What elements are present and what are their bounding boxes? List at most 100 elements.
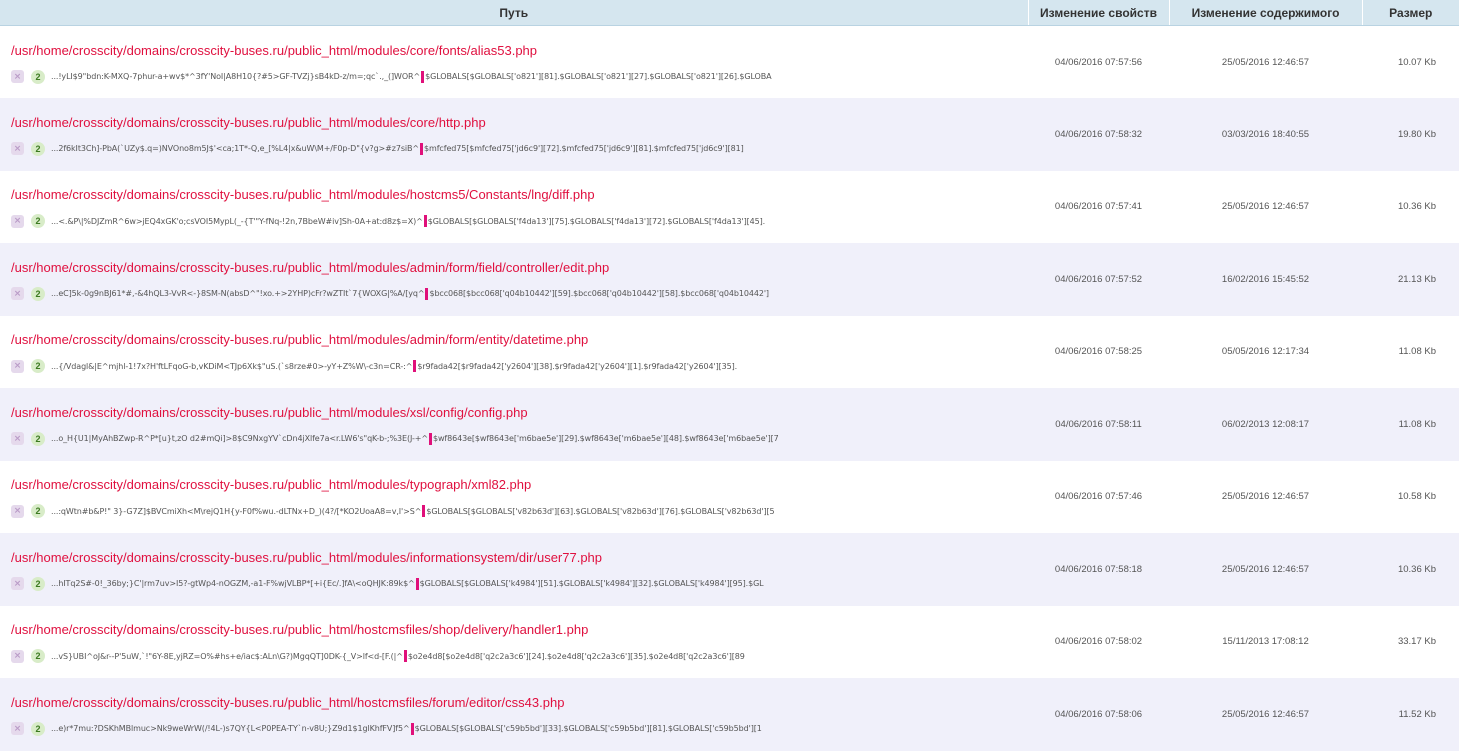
path-cell: /usr/home/crosscity/domains/crosscity-bu…	[0, 243, 1028, 316]
path-cell: /usr/home/crosscity/domains/crosscity-bu…	[0, 316, 1028, 389]
delete-x-icon[interactable]: ×	[11, 287, 24, 301]
table-row: /usr/home/crosscity/domains/crosscity-bu…	[0, 606, 1459, 679]
path-cell: /usr/home/crosscity/domains/crosscity-bu…	[0, 26, 1028, 99]
code-snippet: × 2 ...!yLI$9"bdn:K-MXQ-7phur-a+wv$*^3fY…	[11, 69, 1028, 84]
table-row: /usr/home/crosscity/domains/crosscity-bu…	[0, 388, 1459, 461]
snippet-before: ...hITq2S#-0!_36by;}C'|rm7uv>I5?-gtWp4-n…	[51, 579, 415, 589]
snippet-before: ...o_H{U1|MyAhBZwp-R^P*[u}t,zO d2#mQi]>8…	[51, 434, 428, 444]
size-cell: 11.52 Kb	[1398, 708, 1436, 720]
snippet-after: $r9fada42[$r9fada42['y2604'][38].$r9fada…	[417, 361, 738, 371]
snippet-before: ...:qWtn#b&P!" 3}-G7Z]$BVCmiXh<M\rejQ1H{…	[51, 506, 422, 516]
content-changed-cell: 16/02/2016 15:45:52	[1221, 273, 1310, 285]
snippet-after: $GLOBALS[$GLOBALS['k4984'][51].$GLOBALS[…	[419, 579, 764, 589]
props-changed-cell: 04/06/2016 07:58:06	[1054, 708, 1143, 720]
column-header-props-changed[interactable]: Изменение свойств	[1028, 0, 1170, 26]
table-row: /usr/home/crosscity/domains/crosscity-bu…	[0, 316, 1459, 389]
file-path-link[interactable]: /usr/home/crosscity/domains/crosscity-bu…	[11, 550, 1028, 566]
snippet-before: ...{/Vdagl&|E^mjhl-1!7x?H'ftLFqoG-b,vKDi…	[51, 361, 413, 371]
table-row: /usr/home/crosscity/domains/crosscity-bu…	[0, 171, 1459, 244]
delete-x-icon[interactable]: ×	[11, 722, 24, 736]
path-cell: /usr/home/crosscity/domains/crosscity-bu…	[0, 533, 1028, 606]
size-cell: 10.36 Kb	[1397, 201, 1436, 213]
path-cell: /usr/home/crosscity/domains/crosscity-bu…	[0, 606, 1028, 679]
snippet-after: $wf8643e[$wf8643e['m6bae5e'][29].$wf8643…	[432, 434, 779, 444]
count-badge: 2	[31, 504, 45, 519]
match-marker	[413, 360, 417, 373]
count-badge: 2	[31, 286, 45, 301]
table-row: /usr/home/crosscity/domains/crosscity-bu…	[0, 98, 1459, 171]
content-changed-cell: 03/03/2016 18:40:55	[1221, 128, 1310, 140]
snippet-before: ...!yLI$9"bdn:K-MXQ-7phur-a+wv$*^3fY'NoI…	[51, 72, 421, 81]
delete-x-icon[interactable]: ×	[11, 359, 24, 373]
file-path-link[interactable]: /usr/home/crosscity/domains/crosscity-bu…	[11, 115, 1028, 131]
props-changed-cell: 04/06/2016 07:57:46	[1054, 491, 1143, 503]
snippet-before: ...vS}UBI^oJ&r--P'5uW,`!"6Y-8E,yjRZ=O%#h…	[51, 651, 403, 661]
delete-x-icon[interactable]: ×	[11, 649, 24, 663]
props-changed-cell: 04/06/2016 07:57:41	[1054, 201, 1143, 213]
content-changed-cell: 25/05/2016 12:46:57	[1221, 56, 1310, 68]
file-path-link[interactable]: /usr/home/crosscity/domains/crosscity-bu…	[11, 187, 1028, 203]
snippet-after: $mfcfed75[$mfcfed75['jd6c9'][72].$mfcfed…	[424, 144, 744, 154]
count-badge: 2	[31, 649, 45, 664]
content-changed-cell: 15/11/2013 17:08:12	[1222, 636, 1309, 648]
code-snippet: × 2 ...vS}UBI^oJ&r--P'5uW,`!"6Y-8E,yjRZ=…	[11, 649, 1028, 664]
content-changed-cell: 05/05/2016 12:17:34	[1221, 346, 1310, 358]
column-header-size[interactable]: Размер	[1362, 0, 1459, 26]
delete-x-icon[interactable]: ×	[11, 214, 24, 228]
file-path-link[interactable]: /usr/home/crosscity/domains/crosscity-bu…	[11, 405, 1028, 421]
size-cell: 11.08 Kb	[1398, 346, 1436, 358]
snippet-after: $GLOBALS[$GLOBALS['o821'][81].$GLOBALS['…	[425, 72, 772, 81]
column-header-path[interactable]: Путь	[0, 0, 1029, 26]
props-changed-cell: 04/06/2016 07:58:18	[1054, 563, 1143, 575]
file-path-link[interactable]: /usr/home/crosscity/domains/crosscity-bu…	[11, 622, 1028, 638]
code-snippet: × 2 ...{/Vdagl&|E^mjhl-1!7x?H'ftLFqoG-b,…	[11, 359, 1028, 374]
snippet-after: $GLOBALS[$GLOBALS['v82b63d'][63].$GLOBAL…	[426, 506, 775, 516]
size-cell: 11.08 Kb	[1398, 418, 1436, 430]
count-badge: 2	[31, 214, 45, 229]
match-marker	[415, 577, 419, 590]
count-badge: 2	[31, 576, 45, 591]
delete-x-icon[interactable]: ×	[11, 70, 24, 83]
match-marker	[428, 432, 432, 445]
snippet-after: $o2e4d8[$o2e4d8['q2c2a3c6'][24].$o2e4d8[…	[407, 651, 745, 661]
delete-x-icon[interactable]: ×	[11, 504, 24, 518]
size-cell: 21.13 Kb	[1397, 273, 1436, 285]
table-row: /usr/home/crosscity/domains/crosscity-bu…	[0, 243, 1459, 316]
delete-x-icon[interactable]: ×	[11, 142, 24, 156]
snippet-before: ...<.&P\|%DJZmR^6w>jEQ4xGK'o;csVOI5MypL(…	[51, 216, 423, 226]
file-path-link[interactable]: /usr/home/crosscity/domains/crosscity-bu…	[11, 477, 1028, 493]
size-cell: 10.36 Kb	[1397, 563, 1436, 575]
size-cell: 10.07 Kb	[1397, 56, 1436, 68]
match-marker	[423, 215, 427, 228]
file-path-link[interactable]: /usr/home/crosscity/domains/crosscity-bu…	[11, 43, 1028, 59]
path-cell: /usr/home/crosscity/domains/crosscity-bu…	[0, 171, 1028, 244]
props-changed-cell: 04/06/2016 07:57:52	[1054, 273, 1143, 285]
path-cell: /usr/home/crosscity/domains/crosscity-bu…	[0, 678, 1028, 751]
code-snippet: × 2 ...:qWtn#b&P!" 3}-G7Z]$BVCmiXh<M\rej…	[11, 504, 1028, 519]
column-header-content-changed[interactable]: Изменение содержимого	[1169, 0, 1363, 26]
file-path-link[interactable]: /usr/home/crosscity/domains/crosscity-bu…	[11, 695, 1028, 711]
size-cell: 19.80 Kb	[1397, 128, 1436, 140]
file-path-link[interactable]: /usr/home/crosscity/domains/crosscity-bu…	[11, 260, 1028, 276]
table-row: /usr/home/crosscity/domains/crosscity-bu…	[0, 678, 1459, 751]
code-snippet: × 2 ...e)r*7mu:?DSKhMBlmuc>Nk9weWrW(/!4L…	[11, 721, 1028, 736]
delete-x-icon[interactable]: ×	[11, 432, 24, 446]
size-cell: 33.17 Kb	[1397, 636, 1436, 648]
snippet-before: ...2f6kIt3Ch]-PbA(`UZy$.q=)NVOno8m5J$'<c…	[51, 144, 420, 154]
snippet-before: ...eC]5k-0g9nBJ61*#,-&4hQL3-VvR<-}8SM-N(…	[51, 289, 425, 299]
code-snippet: × 2 ...o_H{U1|MyAhBZwp-R^P*[u}t,zO d2#mQ…	[11, 431, 1028, 446]
props-changed-cell: 04/06/2016 07:58:25	[1054, 346, 1143, 358]
table-header: Путь Изменение свойств Изменение содержи…	[0, 0, 1459, 26]
delete-x-icon[interactable]: ×	[11, 577, 24, 591]
count-badge: 2	[31, 431, 45, 446]
count-badge: 2	[31, 141, 45, 156]
content-changed-cell: 06/02/2013 12:08:17	[1221, 418, 1310, 430]
props-changed-cell: 04/06/2016 07:58:32	[1054, 128, 1143, 140]
match-marker	[425, 287, 429, 300]
snippet-after: $GLOBALS[$GLOBALS['f4da13'][75].$GLOBALS…	[427, 216, 766, 226]
file-path-link[interactable]: /usr/home/crosscity/domains/crosscity-bu…	[11, 332, 1028, 348]
path-cell: /usr/home/crosscity/domains/crosscity-bu…	[0, 388, 1028, 461]
count-badge: 2	[31, 721, 45, 736]
content-changed-cell: 25/05/2016 12:46:57	[1221, 491, 1310, 503]
code-snippet: × 2 ...2f6kIt3Ch]-PbA(`UZy$.q=)NVOno8m5J…	[11, 141, 1028, 156]
